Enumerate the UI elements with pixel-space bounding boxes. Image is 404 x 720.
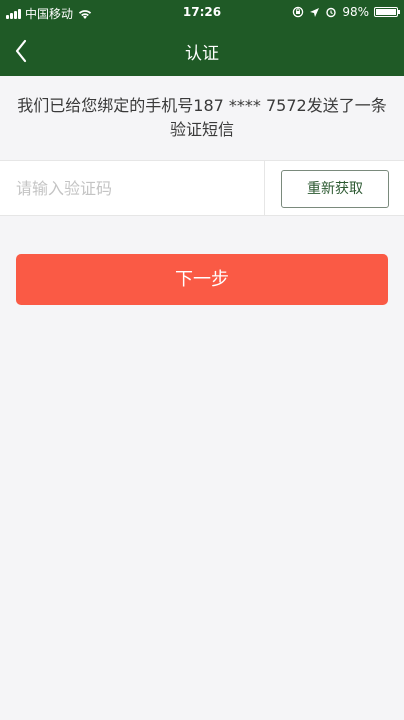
status-right: 98% — [292, 5, 400, 19]
orientation-lock-icon — [293, 6, 304, 18]
location-icon — [310, 7, 320, 17]
verification-code-row: 重新获取 — [0, 160, 404, 216]
divider — [264, 161, 265, 215]
resend-code-button[interactable]: 重新获取 — [281, 170, 389, 208]
status-bar: 中国移动 17:26 98% — [0, 0, 404, 26]
verification-info-text: 我们已给您绑定的手机号187 **** 7572发送了一条验证短信 — [17, 96, 387, 139]
battery-fill — [376, 9, 396, 15]
battery-icon — [374, 7, 400, 17]
nav-bar: 认证 — [0, 26, 404, 76]
next-step-button[interactable]: 下一步 — [16, 254, 388, 305]
alarm-icon — [326, 7, 337, 18]
page-title: 认证 — [185, 44, 219, 64]
battery-percent: 98% — [342, 5, 369, 19]
verification-code-input[interactable] — [16, 171, 256, 205]
